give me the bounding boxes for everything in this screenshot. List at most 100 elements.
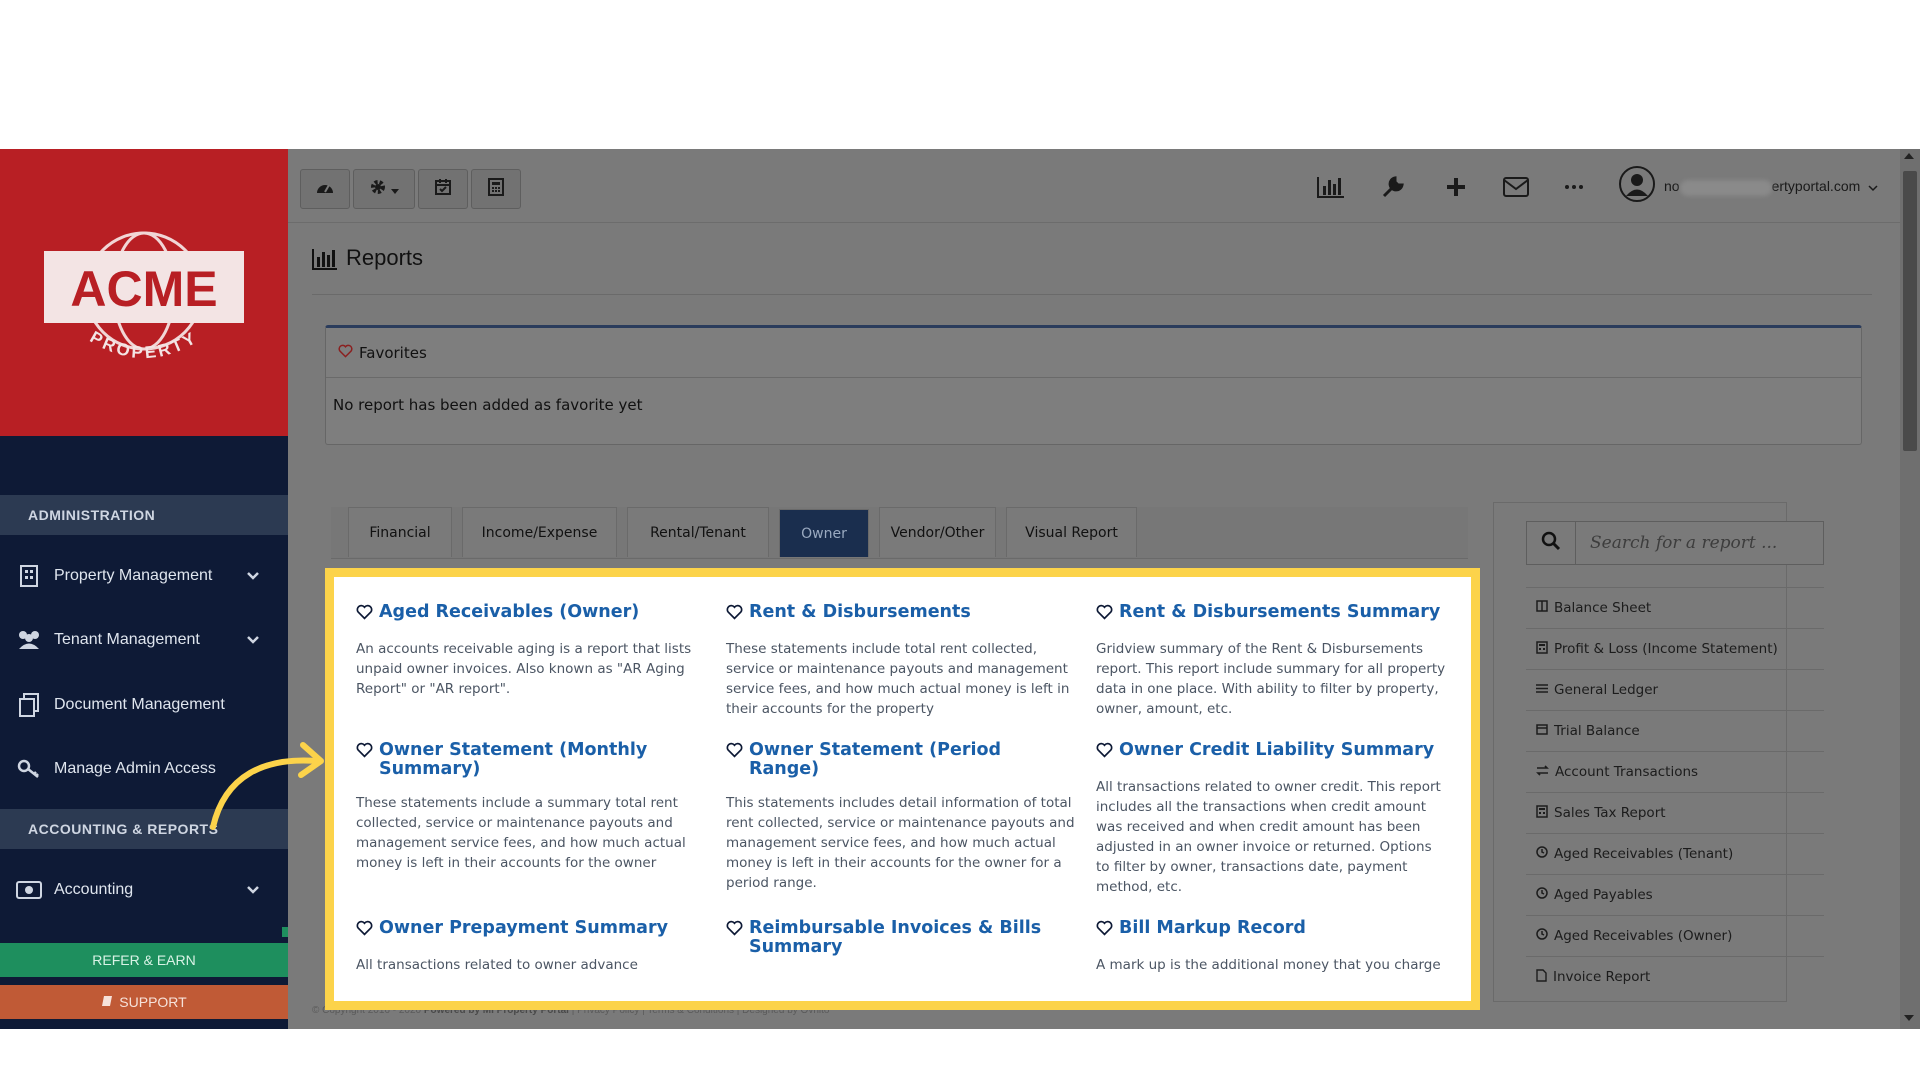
sidebar-item-label: Property Management xyxy=(54,567,213,584)
report-title: Owner Statement (Period Range) xyxy=(749,740,1001,779)
report-title: Owner Credit Liability Summary xyxy=(1119,740,1435,760)
heart-icon[interactable] xyxy=(356,604,373,625)
report-link-label: Aged Receivables (Tenant) xyxy=(1554,846,1734,862)
heart-icon[interactable] xyxy=(726,604,743,625)
report-link-balance-sheet[interactable]: Balance Sheet xyxy=(1526,587,1824,628)
favorites-header: Favorites xyxy=(326,328,1861,378)
heart-icon[interactable] xyxy=(1096,742,1113,763)
calculator-button[interactable] xyxy=(471,169,521,209)
favorites-title: Favorites xyxy=(359,343,427,362)
report-description: These statements include a summary total… xyxy=(356,795,686,871)
plus-icon[interactable] xyxy=(1438,169,1474,205)
envelope-icon[interactable] xyxy=(1498,169,1534,205)
key-icon xyxy=(16,756,42,782)
sidebar: ACME PROPERTY ADMINISTRATION Property Ma… xyxy=(0,149,288,1029)
report-link-label: Invoice Report xyxy=(1553,969,1651,985)
sidebar-item-document-management[interactable]: Document Management xyxy=(0,675,288,735)
report-title-link[interactable]: Aged Receivables (Owner) xyxy=(356,603,706,625)
report-link-profit-loss[interactable]: Profit & Loss (Income Statement) xyxy=(1526,628,1824,669)
report-link-aged-payables[interactable]: Aged Payables xyxy=(1526,874,1824,915)
tab-rental-tenant[interactable]: Rental/Tenant xyxy=(627,507,769,557)
report-title: Reimbursable Invoices & Bills Summary xyxy=(749,918,1042,957)
chevron-down-icon[interactable] xyxy=(246,632,260,650)
report-title: Rent & Disbursements Summary xyxy=(1119,602,1441,622)
logo-panel: ACME PROPERTY xyxy=(0,149,288,436)
acme-logo[interactable]: ACME PROPERTY xyxy=(44,229,244,369)
scroll-up-arrow[interactable] xyxy=(1904,153,1914,159)
report-card: Owner Statement (Monthly Summary) These … xyxy=(356,741,706,873)
clock-icon xyxy=(1536,846,1548,862)
report-link-sales-tax[interactable]: Sales Tax Report xyxy=(1526,792,1824,833)
sidebar-item-property-management[interactable]: Property Management xyxy=(0,546,288,606)
caret-down-icon xyxy=(391,180,399,199)
calendar-button[interactable] xyxy=(418,169,468,209)
report-link-account-transactions[interactable]: Account Transactions xyxy=(1526,751,1824,792)
report-title-link[interactable]: Owner Prepayment Summary xyxy=(356,919,706,941)
report-title: Rent & Disbursements xyxy=(749,602,971,622)
report-title-link[interactable]: Owner Statement (Monthly Summary) xyxy=(356,741,706,779)
bar-chart-icon[interactable] xyxy=(1313,169,1349,205)
user-email: no ertyportal.com xyxy=(1664,178,1861,196)
report-description: These statements include total rent coll… xyxy=(726,641,1070,717)
tab-owner[interactable]: Owner xyxy=(779,509,869,557)
scrollbar[interactable] xyxy=(1900,149,1920,1029)
report-link-label: Aged Receivables (Owner) xyxy=(1554,928,1733,944)
gear-icon xyxy=(369,178,387,200)
report-link-invoice-report[interactable]: Invoice Report xyxy=(1526,956,1824,997)
search-input[interactable] xyxy=(1576,521,1824,565)
calculator-icon xyxy=(488,178,504,200)
settings-dropdown-button[interactable] xyxy=(353,169,415,209)
heart-icon[interactable] xyxy=(1096,604,1113,625)
heart-icon[interactable] xyxy=(726,742,743,763)
file-icon xyxy=(1536,968,1547,986)
chevron-down-icon[interactable] xyxy=(246,568,260,586)
tab-visual-report[interactable]: Visual Report xyxy=(1006,507,1137,557)
tab-income-expense[interactable]: Income/Expense xyxy=(462,507,617,557)
report-title-link[interactable]: Owner Statement (Period Range) xyxy=(726,741,1076,779)
report-link-aged-receivables-owner[interactable]: Aged Receivables (Owner) xyxy=(1526,915,1824,956)
tab-vendor-other[interactable]: Vendor/Other xyxy=(879,507,996,557)
scroll-thumb[interactable] xyxy=(1903,171,1917,451)
report-link-aged-receivables-tenant[interactable]: Aged Receivables (Tenant) xyxy=(1526,833,1824,874)
report-list: Balance Sheet Profit & Loss (Income Stat… xyxy=(1526,587,1824,997)
report-title: Owner Statement (Monthly Summary) xyxy=(379,740,648,779)
scroll-down-arrow[interactable] xyxy=(1904,1015,1914,1021)
heart-icon[interactable] xyxy=(356,742,373,763)
sidebar-item-accounting[interactable]: Accounting xyxy=(0,860,288,920)
sidebar-item-label: Manage Admin Access xyxy=(54,760,216,777)
report-title-link[interactable]: Reimbursable Invoices & Bills Summary xyxy=(726,919,1076,957)
report-link-label: General Ledger xyxy=(1554,682,1659,698)
more-icon[interactable] xyxy=(1556,169,1592,205)
favorites-empty-text: No report has been added as favorite yet xyxy=(333,396,643,414)
search-icon xyxy=(1541,531,1561,555)
wrench-icon[interactable] xyxy=(1375,169,1411,205)
sidebar-item-label: Document Management xyxy=(54,696,225,713)
report-card: Owner Credit Liability Summary All trans… xyxy=(1096,741,1446,897)
refer-earn-button[interactable]: REFER & EARN xyxy=(0,943,288,977)
report-description: A mark up is the additional money that y… xyxy=(1096,957,1441,973)
search-button[interactable] xyxy=(1526,521,1576,565)
user-menu[interactable]: no ertyportal.com xyxy=(1618,165,1878,207)
clock-icon xyxy=(1536,928,1548,944)
tab-financial[interactable]: Financial xyxy=(348,507,452,557)
heart-icon[interactable] xyxy=(356,920,373,941)
report-link-general-ledger[interactable]: General Ledger xyxy=(1526,669,1824,710)
support-button[interactable]: SUPPORT xyxy=(0,985,288,1019)
report-card: Rent & Disbursements Summary Gridview su… xyxy=(1096,603,1446,719)
report-card: Owner Statement (Period Range) This stat… xyxy=(726,741,1076,893)
dashboard-button[interactable] xyxy=(300,169,350,209)
heart-icon[interactable] xyxy=(726,920,743,941)
report-title-link[interactable]: Owner Credit Liability Summary xyxy=(1096,741,1446,763)
report-title-link[interactable]: Rent & Disbursements xyxy=(726,603,1076,625)
report-description: Gridview summary of the Rent & Disbursem… xyxy=(1096,641,1446,717)
report-link-label: Sales Tax Report xyxy=(1554,805,1666,821)
chevron-down-icon[interactable] xyxy=(246,882,260,900)
users-icon xyxy=(16,627,42,653)
report-title-link[interactable]: Rent & Disbursements Summary xyxy=(1096,603,1446,625)
exchange-icon xyxy=(1536,764,1549,780)
report-title: Owner Prepayment Summary xyxy=(379,918,669,938)
heart-icon[interactable] xyxy=(1096,920,1113,941)
sidebar-item-tenant-management[interactable]: Tenant Management xyxy=(0,610,288,670)
report-title-link[interactable]: Bill Markup Record xyxy=(1096,919,1446,941)
report-link-trial-balance[interactable]: Trial Balance xyxy=(1526,710,1824,751)
